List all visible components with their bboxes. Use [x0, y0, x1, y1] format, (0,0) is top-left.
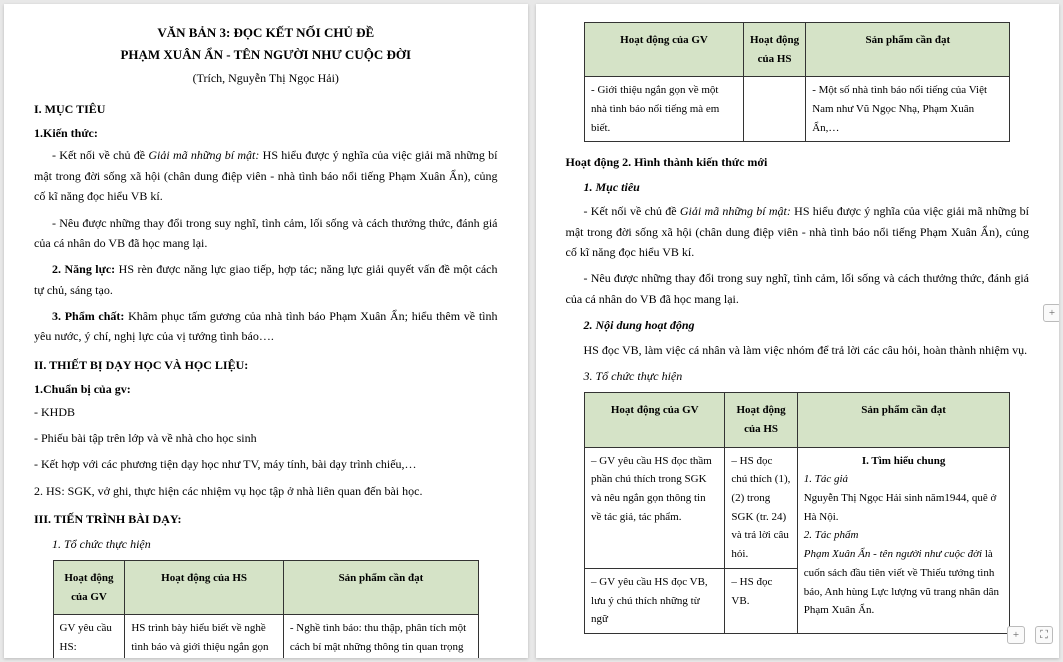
document-page-1: Văn bản 3: Đọc kết nối chủ đề Phạm Xuân … [4, 4, 528, 658]
section-heading-muc-tieu: I. MỤC TIÊU [34, 99, 498, 119]
td-hs [743, 77, 805, 142]
expand-icon: ⛶ [1040, 629, 1048, 641]
numitem-muctieu: 1. Mục tiêu [566, 177, 1030, 197]
text-ital: Giải mã những bí mật: [148, 148, 259, 162]
td-hs: – HS đọc chú thích (1), (2) trong SGK (t… [725, 447, 797, 568]
expand-side-button[interactable]: + [1043, 304, 1059, 322]
label-nangluc: 2. Năng lực: [52, 262, 115, 276]
para-kienthuc-1: - Kết nối về chủ đề Giải mã những bí mật… [34, 145, 498, 206]
text-ital: 1. Tác giả [804, 473, 848, 485]
td-gv: GV yêu cầu HS: - Nêu hiểu biết về nghề t… [53, 615, 125, 658]
text: - Kết nối về chủ đề [584, 204, 680, 218]
text-heading: I. Tìm hiểu chung [804, 452, 1004, 471]
table-row: - Giới thiệu ngắn gọn về một nhà tình bá… [585, 77, 1010, 142]
text: Nguyễn Thị Ngọc Hải sinh năm1944, quê ở … [804, 492, 997, 523]
para-mt1: - Kết nối về chủ đề Giải mã những bí mật… [566, 201, 1030, 262]
table-page1: Hoạt động của GV Hoạt động của HS Sản ph… [53, 560, 479, 658]
th-gv: Hoạt động của GV [585, 393, 725, 447]
section-heading-thietbi: II. THIẾT BỊ DẠY HỌC VÀ HỌC LIỆU: [34, 355, 498, 375]
td-hs: – HS đọc VB. [725, 568, 797, 633]
td-gv: - Giới thiệu ngắn gọn về một nhà tình bá… [585, 77, 744, 142]
para-cb4: 2. HS: SGK, vở ghi, thực hiện các nhiệm … [34, 481, 498, 501]
th-hs: Hoạt động của HS [743, 23, 805, 77]
table-header-row: Hoạt động của GV Hoạt động của HS Sản ph… [585, 393, 1010, 447]
para-phamchat: 3. Phẩm chất: Khâm phục tấm gương của nh… [34, 306, 498, 347]
text-ital: 2. Tác phẩm [804, 529, 859, 541]
table-row: – GV yêu cầu HS đọc thầm phần chú thích … [585, 447, 1010, 568]
para-cb2: - Phiếu bài tập trên lớp và về nhà cho h… [34, 428, 498, 448]
expand-corner-button[interactable]: ⛶ [1035, 626, 1053, 644]
table-header-row: Hoạt động của GV Hoạt động của HS Sản ph… [53, 561, 478, 615]
numitem-tcth: 3. Tổ chức thực hiện [566, 366, 1030, 386]
table-row: GV yêu cầu HS: - Nêu hiểu biết về nghề t… [53, 615, 478, 658]
plus-icon: + [1049, 307, 1055, 319]
td-sp: - Nghề tình báo: thu thập, phân tích một… [283, 615, 478, 658]
page-title-line2: Phạm Xuân Ẩn - Tên người như cuộc đời [34, 44, 498, 66]
para-ndhd: HS đọc VB, làm việc cá nhân và làm việc … [566, 340, 1030, 360]
subheading-kien-thuc: 1.Kiến thức: [34, 123, 498, 143]
para-kienthuc-2: - Nêu được những thay đổi trong suy nghĩ… [34, 213, 498, 254]
th-hs: Hoạt động của HS [725, 393, 797, 447]
td-sp: I. Tìm hiểu chung 1. Tác giả Nguyễn Thị … [797, 447, 1010, 633]
table-page2-main: Hoạt động của GV Hoạt động của HS Sản ph… [584, 392, 1010, 634]
add-bottom-button[interactable]: + [1007, 626, 1025, 644]
td-sp: - Một số nhà tình báo nổi tiếng của Việt… [806, 77, 1010, 142]
table-header-row: Hoạt động của GV Hoạt động của HS Sản ph… [585, 23, 1010, 77]
numitem-tochuc: 1. Tổ chức thực hiện [34, 534, 498, 554]
para-mt2: - Nêu được những thay đổi trong suy nghĩ… [566, 268, 1030, 309]
td-hs: HS trình bày hiểu biết về nghề tình báo … [125, 615, 284, 658]
text-ital: Phạm Xuân Ẩn - tên người như cuộc đời [804, 548, 982, 560]
table-page2-top: Hoạt động của GV Hoạt động của HS Sản ph… [584, 22, 1010, 142]
document-page-2: Hoạt động của GV Hoạt động của HS Sản ph… [536, 4, 1060, 658]
text: - Kết nối về chủ đề [52, 148, 148, 162]
para-cb3: - Kết hợp với các phương tiện dạy học nh… [34, 454, 498, 474]
th-sp: Sản phẩm cần đạt [283, 561, 478, 615]
th-hs: Hoạt động của HS [125, 561, 284, 615]
numitem-ndhd: 2. Nội dung hoạt động [566, 315, 1030, 335]
plus-icon: + [1013, 629, 1019, 641]
label-phamchat: 3. Phẩm chất: [52, 309, 124, 323]
th-sp: Sản phẩm cần đạt [797, 393, 1010, 447]
page-subtitle: (Trích, Nguyễn Thị Ngọc Hải) [34, 68, 498, 88]
td-gv: – GV yêu cầu HS đọc thầm phần chú thích … [585, 447, 725, 568]
text-ital: Giải mã những bí mật: [680, 204, 791, 218]
para-cb1: - KHDB [34, 402, 498, 422]
subheading-chuanbi: 1.Chuẩn bị của gv: [34, 379, 498, 399]
th-gv: Hoạt động của GV [53, 561, 125, 615]
para-nangluc: 2. Năng lực: HS rèn được năng lực giao t… [34, 259, 498, 300]
th-sp: Sản phẩm cần đạt [806, 23, 1010, 77]
section-heading-tientrinh: III. TIẾN TRÌNH BÀI DẠY: [34, 509, 498, 529]
page-title-line1: Văn bản 3: Đọc kết nối chủ đề [34, 22, 498, 44]
th-gv: Hoạt động của GV [585, 23, 744, 77]
heading-hd2: Hoạt động 2. Hình thành kiến thức mới [566, 152, 1030, 172]
td-gv: – GV yêu cầu HS đọc VB, lưu ý chú thích … [585, 568, 725, 633]
